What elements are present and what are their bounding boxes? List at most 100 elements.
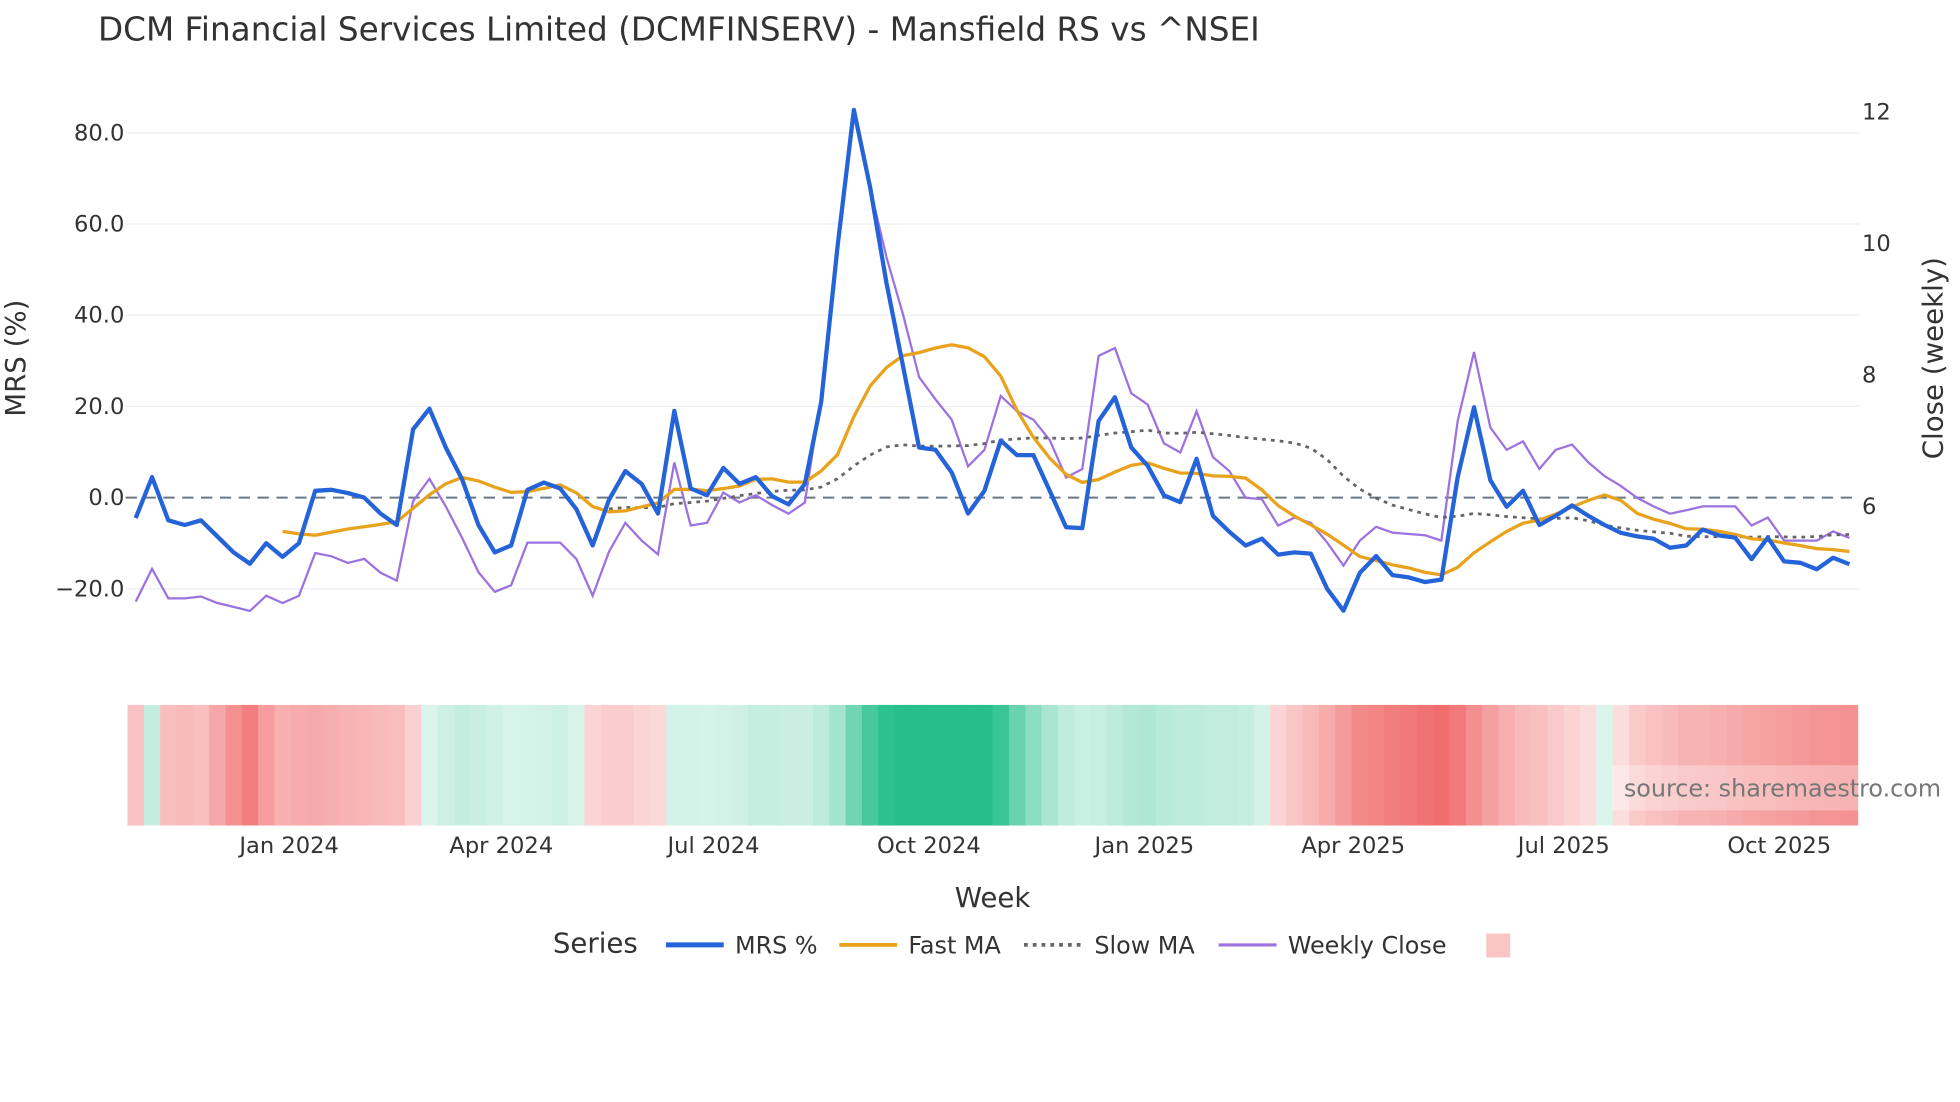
heatmap-cell [1318, 704, 1336, 826]
series-weekly-close [134, 111, 1850, 613]
heatmap-cell [878, 704, 896, 826]
legend-item-heatmap[interactable] [1486, 933, 1511, 958]
heatmap-cell [356, 704, 373, 826]
heatmap-cell [388, 704, 406, 826]
heatmap-cell [160, 704, 178, 826]
x-tick: Jul 2025 [1516, 833, 1610, 859]
series-lines [133, 107, 1851, 613]
heatmap-cell [1270, 704, 1287, 826]
heatmap-cell [813, 704, 830, 826]
x-tick: Oct 2024 [877, 833, 981, 859]
y-tick-left: 0.0 [88, 485, 124, 511]
legend-title: Series [553, 926, 638, 959]
x-axis-label: Week [955, 881, 1031, 914]
heatmap-cell [209, 704, 227, 826]
heatmap-cell [568, 704, 586, 826]
legend-item-mrs[interactable]: MRS % [665, 932, 818, 960]
heatmap-cell [404, 704, 422, 826]
heatmap-cell [1351, 704, 1369, 826]
heatmap-cell [1139, 704, 1157, 826]
heatmap-cell [323, 704, 341, 826]
y-tick-left: −20.0 [55, 576, 124, 602]
heatmap-cell [372, 704, 390, 826]
heatmap-cell [225, 704, 243, 826]
heatmap-cell [1514, 704, 1532, 826]
heatmap-cell [1090, 704, 1108, 826]
y-tick-right: 10 [1862, 231, 1891, 257]
heatmap-cell [1596, 704, 1614, 826]
heatmap-cell [274, 704, 292, 826]
legend-label-fast-ma: Fast MA [908, 932, 1001, 960]
legend-item-slow-ma[interactable]: Slow MA [1023, 932, 1195, 960]
heatmap-cell [127, 704, 145, 826]
heatmap-cell [910, 704, 928, 826]
series-mrs [133, 107, 1851, 613]
heatmap-cell [1172, 704, 1190, 826]
heatmap-cell [1074, 704, 1092, 826]
source-annotation: source: sharemaestro.com [1624, 775, 1941, 803]
heatmap-cell [894, 704, 912, 826]
heatmap-cell [1025, 704, 1043, 826]
heatmap-cell [453, 704, 471, 826]
heatmap-cell [486, 704, 504, 826]
x-tick: Oct 2025 [1727, 833, 1831, 859]
heatmap-cell [1204, 704, 1222, 826]
heatmap-cell [1465, 704, 1483, 826]
heatmap-cell [470, 704, 488, 826]
x-tick: Apr 2025 [1301, 833, 1405, 859]
heatmap-cell [1563, 704, 1581, 826]
heatmap-cell [1008, 704, 1026, 826]
heatmap-cell [600, 704, 618, 826]
heatmap-cell [421, 704, 439, 826]
heatmap-cell [976, 704, 994, 826]
heatmap-cell [1416, 704, 1434, 826]
heatmap-cell [1253, 704, 1271, 826]
heatmap-cell [535, 704, 553, 826]
heatmap-cell [143, 704, 161, 826]
heatmap-cell [1433, 704, 1451, 826]
heatmap-cell [829, 704, 847, 826]
heatmap-cell [731, 704, 749, 826]
heatmap-cell [1449, 704, 1467, 826]
heatmap-cell [780, 704, 798, 826]
heatmap-cell [943, 704, 961, 826]
heatmap-cell [1400, 704, 1418, 826]
heatmap-cell [1367, 704, 1385, 826]
legend: Series MRS % Fast MA Slow MA Weekly Clos… [553, 926, 1511, 960]
heatmap-cell [339, 704, 357, 826]
legend-label-slow-ma: Slow MA [1094, 932, 1195, 960]
heatmap-cell [519, 704, 537, 826]
heatmap-cell [959, 704, 977, 826]
legend-item-weekly-close[interactable]: Weekly Close [1218, 932, 1447, 960]
heatmap-cell [698, 704, 716, 826]
x-tick: Jul 2024 [665, 833, 759, 859]
x-tick: Jan 2024 [237, 833, 339, 859]
series-fast-ma [282, 343, 1850, 577]
heatmap-cell [1498, 704, 1516, 826]
heatmap-cell [258, 704, 276, 826]
heatmap-cell [1531, 704, 1549, 826]
heatmap-cell [845, 704, 863, 826]
y-axis-right-label: Close (weekly) [1916, 257, 1949, 459]
heatmap-cell [1221, 704, 1239, 826]
heatmap-cell [666, 704, 684, 826]
legend-item-fast-ma[interactable]: Fast MA [839, 932, 1001, 960]
heatmap-cell [192, 704, 210, 826]
heatmap-cell [1302, 704, 1320, 826]
x-tick: Jan 2025 [1093, 833, 1195, 859]
heatmap-cell [1335, 704, 1353, 826]
heatmap-cell [1106, 704, 1124, 826]
heatmap-cell [861, 704, 879, 826]
mrs-chart: DCM Financial Services Limited (DCMFINSE… [0, 10, 1949, 960]
heatmap-cell [649, 704, 667, 826]
heatmap-cell [927, 704, 945, 826]
heatmap-band [127, 704, 1859, 826]
y-tick-right: 6 [1862, 494, 1876, 520]
x-tick: Apr 2024 [449, 833, 553, 859]
heatmap-cell [1041, 704, 1059, 826]
legend-swatch-heatmap [1486, 933, 1511, 958]
chart-title: DCM Financial Services Limited (DCMFINSE… [98, 10, 1260, 48]
heatmap-cell [764, 704, 782, 826]
heatmap-cell [796, 704, 814, 826]
y-tick-left: 40.0 [74, 303, 124, 329]
